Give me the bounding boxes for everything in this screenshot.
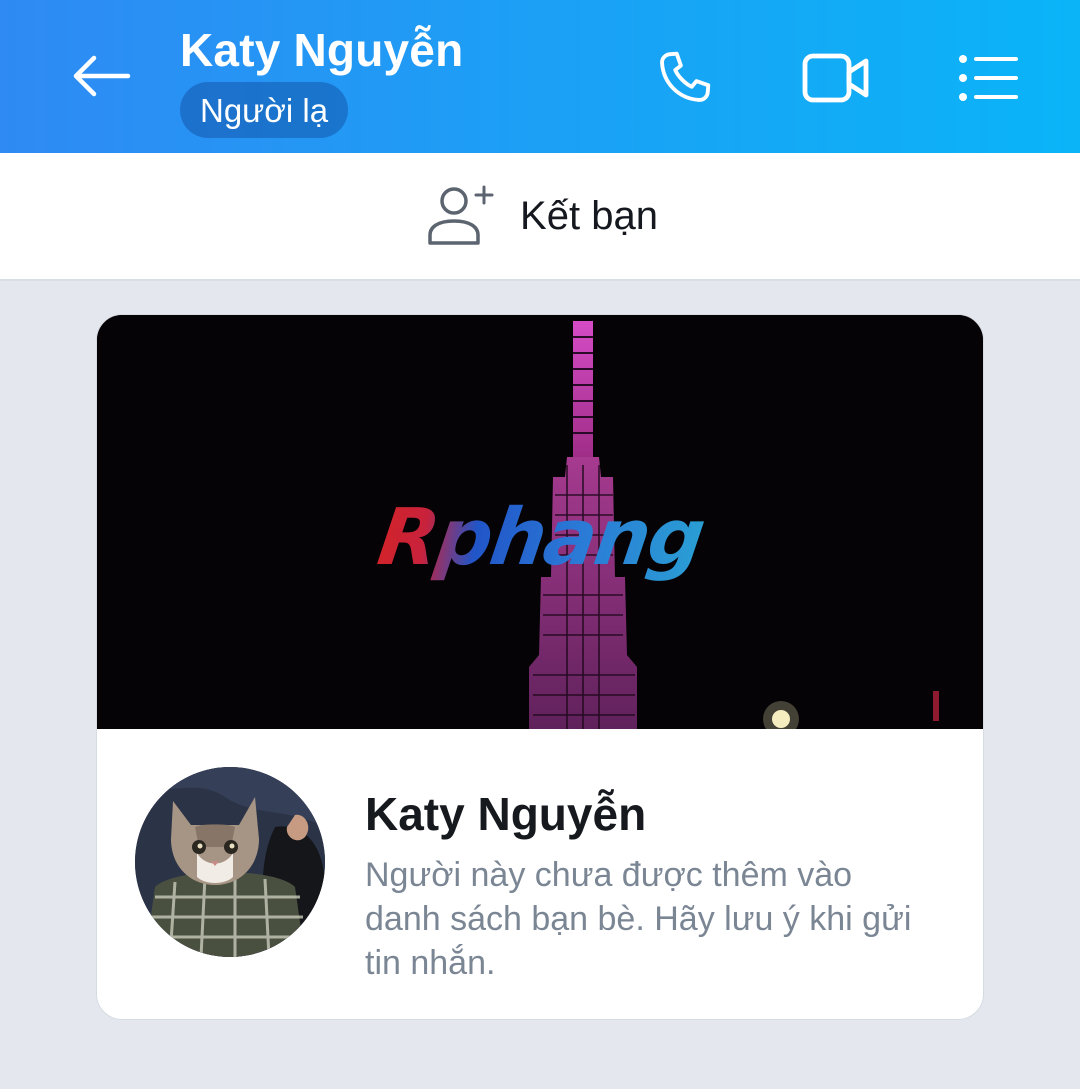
add-user-icon xyxy=(428,185,494,245)
stranger-warning-text: Người này chưa được thêm vào danh sách b… xyxy=(365,856,912,982)
video-camera-icon xyxy=(802,53,869,103)
video-call-button[interactable] xyxy=(800,42,872,114)
stranger-badge: Người lạ xyxy=(180,82,349,138)
header-title-block[interactable]: Katy Nguyễn Người lạ xyxy=(180,22,463,138)
profile-info: Katy Nguyễn Người này chưa được thêm vào… xyxy=(97,729,983,1019)
phone-icon xyxy=(660,51,711,102)
add-friend-label: Kết bạn xyxy=(520,193,658,238)
profile-card[interactable]: Rphang Katy Nguyễn Người này chưa được t… xyxy=(96,314,984,1020)
profile-name: Katy Nguyễn xyxy=(365,788,647,840)
cover-photo[interactable]: Rphang xyxy=(97,315,983,729)
list-menu-icon xyxy=(959,55,1018,101)
contact-name: Katy Nguyễn xyxy=(180,24,464,76)
add-friend-bar[interactable]: Kết bạn xyxy=(0,153,1080,281)
cover-watermark: Rphang xyxy=(372,493,709,583)
options-menu-button[interactable] xyxy=(953,42,1025,114)
add-friend-button[interactable]: Kết bạn xyxy=(426,183,658,249)
call-button[interactable] xyxy=(648,42,720,114)
cat-avatar-image xyxy=(135,767,325,957)
back-button[interactable] xyxy=(62,40,142,112)
chat-header: Katy Nguyễn Người lạ xyxy=(0,0,1080,153)
avatar[interactable] xyxy=(135,767,325,957)
back-arrow-icon xyxy=(73,55,131,97)
